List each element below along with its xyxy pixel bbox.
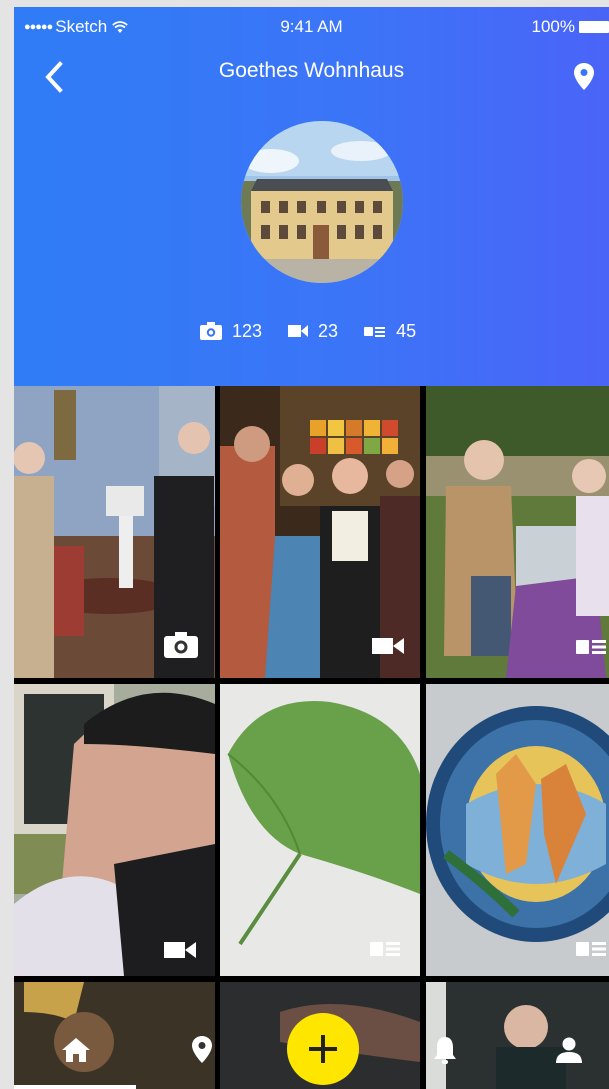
tile-image <box>14 684 215 976</box>
article-icon <box>364 327 386 337</box>
media-tile-article[interactable] <box>426 386 609 678</box>
video-icon <box>372 638 404 654</box>
header: ●●●●● Sketch 9:41 AM 100% Goethes Wohnha… <box>14 7 609 386</box>
media-tile-article[interactable] <box>426 684 609 976</box>
home-indicator <box>14 1085 136 1089</box>
article-icon <box>576 640 606 654</box>
profile-photo[interactable] <box>241 121 403 283</box>
page-title: Goethes Wohnhaus <box>218 59 405 82</box>
home-icon[interactable] <box>61 1037 91 1063</box>
article-count: 45 <box>364 321 416 342</box>
video-icon <box>288 325 309 337</box>
add-button[interactable] <box>287 1013 359 1085</box>
location-pin-icon[interactable] <box>571 61 597 93</box>
media-tile-video[interactable] <box>220 386 420 678</box>
profile-icon[interactable] <box>554 1037 584 1063</box>
article-icon <box>576 942 606 956</box>
media-tile-article[interactable] <box>220 684 420 976</box>
tile-image <box>220 386 420 678</box>
camera-icon <box>164 632 198 658</box>
article-count-value: 45 <box>396 320 417 341</box>
article-icon <box>370 942 400 956</box>
media-tile-video[interactable] <box>14 684 215 976</box>
bottom-nav <box>14 1007 609 1089</box>
status-battery: 100% <box>532 17 609 37</box>
photo-count-value: 123 <box>232 320 263 341</box>
battery-icon <box>579 21 609 33</box>
tile-image <box>426 386 609 678</box>
tile-image <box>426 684 609 976</box>
video-count: 23 <box>288 321 338 342</box>
location-pin-icon[interactable] <box>190 1035 214 1065</box>
battery-percent: 100% <box>531 17 575 36</box>
status-time: 9:41 AM <box>280 17 343 36</box>
photo-count: 123 <box>200 321 262 342</box>
video-icon <box>164 942 196 958</box>
phone-screen: ●●●●● Sketch 9:41 AM 100% Goethes Wohnha… <box>14 7 609 1089</box>
video-count-value: 23 <box>318 320 339 341</box>
tile-image <box>220 684 420 976</box>
media-tile-photo[interactable] <box>14 386 215 678</box>
camera-icon <box>200 322 222 340</box>
stats-bar: 123 23 45 <box>200 319 442 343</box>
bell-icon[interactable] <box>432 1035 458 1065</box>
